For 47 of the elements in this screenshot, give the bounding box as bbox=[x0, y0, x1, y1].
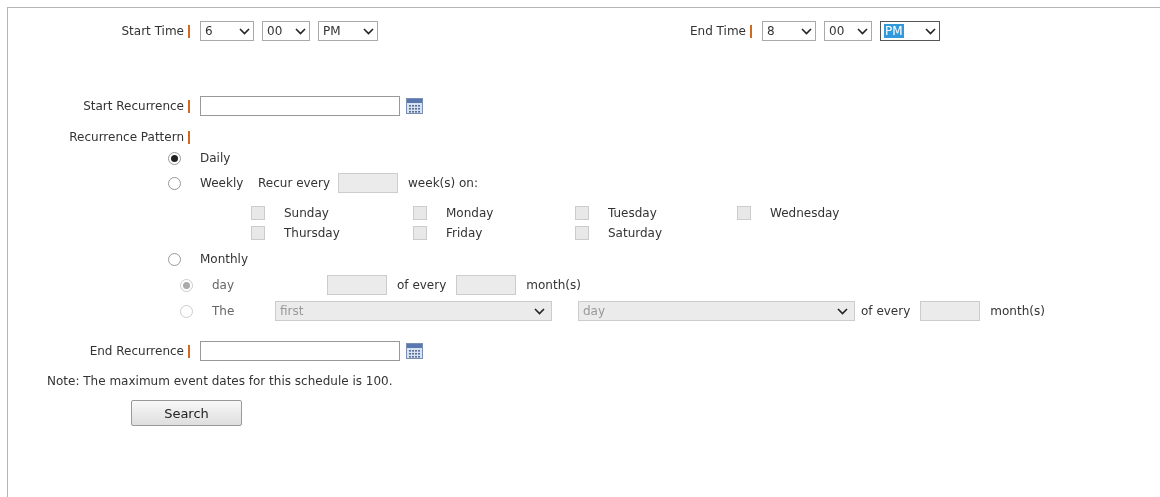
option-label: Daily bbox=[200, 151, 232, 165]
radio-button[interactable] bbox=[168, 151, 181, 165]
checkbox-label: Monday bbox=[446, 206, 494, 220]
option-label: Weekly bbox=[200, 176, 245, 190]
option-label: Monthly bbox=[200, 252, 247, 266]
checkbox-label: Tuesday bbox=[608, 206, 657, 220]
chevron-down-icon bbox=[363, 27, 374, 35]
field-text: month(s) bbox=[990, 304, 1045, 318]
date-input[interactable] bbox=[200, 96, 400, 116]
month-input[interactable] bbox=[456, 275, 517, 295]
field-text: of every bbox=[397, 278, 447, 292]
note-text: Note: The maximum event dates for this schedule is 100. bbox=[47, 374, 394, 388]
checkbox-label: Wednesday bbox=[770, 206, 840, 220]
date-input[interactable] bbox=[200, 341, 400, 361]
chevron-down-icon bbox=[925, 27, 936, 35]
checkbox-label: Thursday bbox=[284, 226, 340, 240]
field-text: week(s) on: bbox=[408, 176, 478, 190]
chevron-down-icon bbox=[534, 307, 545, 315]
chevron-down-icon bbox=[239, 27, 250, 35]
field-label: Start Recurrence bbox=[82, 99, 184, 113]
field-text: Recur every bbox=[258, 176, 331, 190]
calendar-icon[interactable] bbox=[406, 98, 423, 114]
field-text: of every bbox=[861, 304, 911, 318]
option-label: The bbox=[212, 304, 236, 318]
dropdown[interactable]: 00 bbox=[824, 21, 872, 41]
checkbox-label: Saturday bbox=[608, 226, 663, 240]
chevron-down-icon bbox=[857, 27, 868, 35]
field-text: month(s) bbox=[526, 278, 581, 292]
search-button[interactable]: Search bbox=[131, 400, 242, 426]
checkbox-label: Friday bbox=[446, 226, 483, 240]
field-label: End Recurrence bbox=[88, 344, 184, 358]
chevron-down-icon bbox=[295, 27, 306, 35]
dropdown[interactable]: 8 bbox=[762, 21, 816, 41]
field-label: End Time bbox=[689, 24, 746, 38]
dropdown[interactable]: 00 bbox=[262, 21, 310, 41]
chevron-down-icon bbox=[837, 307, 848, 315]
dropdown[interactable]: 6 bbox=[200, 21, 254, 41]
dropdown[interactable]: PM bbox=[318, 21, 378, 41]
radio-button[interactable] bbox=[168, 252, 181, 266]
option-label: day bbox=[212, 278, 236, 292]
checkbox-label: Sunday bbox=[284, 206, 329, 220]
chevron-down-icon bbox=[801, 27, 812, 35]
month-input[interactable] bbox=[920, 301, 981, 321]
field-label: Start Time bbox=[120, 24, 184, 38]
field-label: Recurrence Pattern bbox=[68, 130, 184, 144]
radio-button[interactable] bbox=[168, 176, 181, 190]
calendar-icon[interactable] bbox=[406, 343, 423, 359]
